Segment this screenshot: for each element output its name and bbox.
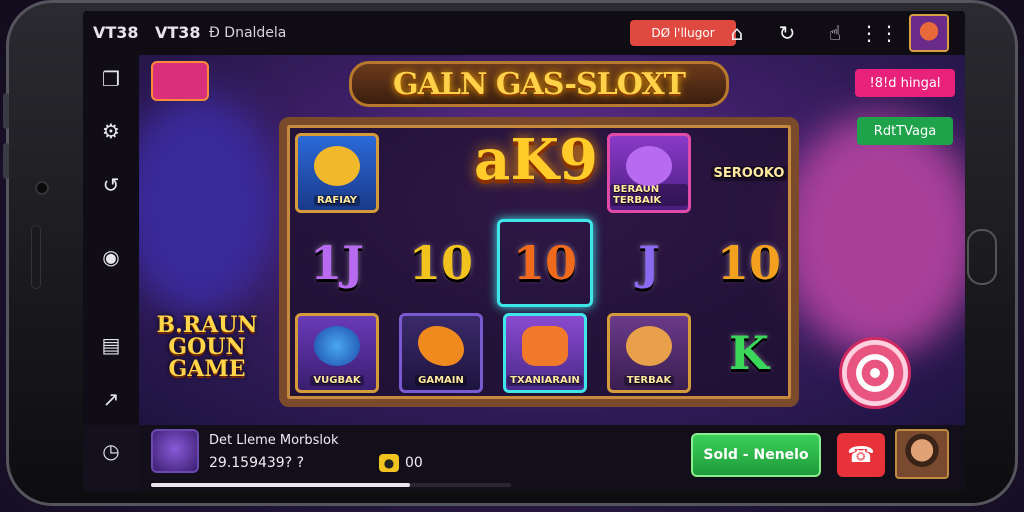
reel-symbol: RAFIAY: [291, 131, 383, 215]
top-bar: VT38 VT38 Ɖ Dnaldela DØ l'llugor ⌂ ↻ ☝ ⋮…: [83, 11, 965, 55]
bet-value: 00: [405, 455, 423, 471]
card-icon[interactable]: ▤: [97, 331, 125, 359]
symbol-text: 1J: [310, 236, 364, 290]
background-glow: [779, 115, 965, 355]
badge-line-3: GAME: [168, 356, 246, 382]
bottom-bar: Det Lleme Morbslok 29.159439? ? ● 00 Sol…: [139, 425, 965, 491]
home-button[interactable]: [967, 229, 997, 285]
progress-fill: [151, 483, 411, 487]
coin-icon: ●: [379, 454, 399, 472]
symbol-label: GAMAIN: [415, 375, 467, 386]
phone-hangup-icon[interactable]: ☎: [837, 433, 885, 477]
symbol-label: SEROOKO: [710, 165, 788, 181]
progress-bar: [151, 483, 511, 487]
expand-icon[interactable]: ↗: [97, 385, 125, 413]
volume-button: [3, 143, 9, 179]
symbol-text: 10: [408, 236, 473, 290]
brand-label: VT38: [93, 23, 139, 42]
menu-icon[interactable]: ⋮⋮: [859, 19, 899, 47]
game-logo-icon: [151, 61, 209, 101]
symbol-text: K: [729, 326, 769, 380]
share-icon[interactable]: ↻: [773, 19, 801, 47]
game-title: GALN GAS-SLOXT: [393, 66, 686, 102]
reel-symbol: J: [603, 221, 695, 305]
reel-symbol: TXANIARAIN: [499, 311, 591, 395]
player-title: Det Lleme Morbslok: [209, 433, 339, 448]
badge-line-1: B.RAUN: [156, 312, 258, 338]
cat-icon: [626, 325, 672, 366]
app-title: VT38: [155, 23, 201, 42]
settings-icon[interactable]: ⚙: [97, 117, 125, 145]
reel-symbol: TERBAK: [603, 311, 695, 395]
phone-frame: VT38 VT38 Ɖ Dnaldela DØ l'llugor ⌂ ↻ ☝ ⋮…: [3, 0, 1018, 506]
symbol-text: 10: [512, 236, 577, 290]
volume-button: [3, 93, 9, 129]
symbol-label: VUGBAK: [310, 375, 364, 386]
game-badge: B.RAUN GOUN GAME: [145, 307, 269, 387]
copy-icon[interactable]: ❐: [97, 65, 125, 93]
fruit-icon: [522, 325, 568, 366]
reel-symbol: 10: [499, 221, 591, 305]
reel-symbol: 1J: [291, 221, 383, 305]
gem-icon: [418, 325, 464, 366]
symbol-label: RAFIAY: [313, 195, 360, 206]
orb-icon: [314, 325, 360, 366]
bonus-button[interactable]: RdtTVaga: [857, 117, 953, 145]
app-screen: VT38 VT38 Ɖ Dnaldela DØ l'llugor ⌂ ↻ ☝ ⋮…: [83, 11, 965, 491]
hand-icon[interactable]: ☝: [821, 19, 849, 47]
symbol-tile: GAMAIN: [399, 313, 483, 393]
symbol-tile: TERBAK: [607, 313, 691, 393]
symbol-label: TERBAK: [623, 375, 675, 386]
speaker-grille: [31, 225, 41, 289]
left-sidebar: ❐ ⚙ ↺ ◉ ▤ ↗: [83, 55, 139, 425]
symbol-label: TXANIARAIN: [507, 375, 583, 386]
reel-symbol: VUGBAK: [291, 311, 383, 395]
reel-1: RAFIAY 1J VUGBAK: [287, 131, 387, 395]
cat-icon: [314, 145, 360, 186]
symbol-tile: VUGBAK: [295, 313, 379, 393]
symbol-tile: RAFIAY: [295, 133, 379, 213]
promo-button[interactable]: !8!d hingal: [855, 69, 955, 97]
user-avatar[interactable]: [909, 14, 949, 52]
reel-symbol: 10: [703, 221, 795, 305]
reel-symbol: K: [703, 311, 795, 395]
camera-icon: [35, 181, 49, 195]
refresh-icon[interactable]: ↺: [97, 171, 125, 199]
reel-5: SEROOKO 10 K: [699, 131, 799, 395]
player-avatar[interactable]: [151, 429, 199, 473]
login-button[interactable]: DØ l'llugor: [630, 20, 736, 46]
reel-symbol: GAMAIN: [395, 311, 487, 395]
app-subtitle: Ɖ Dnaldela: [209, 25, 287, 41]
audio-icon[interactable]: ◉: [97, 243, 125, 271]
reel-symbol: 10: [395, 221, 487, 305]
slot-game-area[interactable]: GALN GAS-SLOXT !8!d hingal RdtTVaga RAFI…: [139, 55, 965, 425]
clock-icon[interactable]: ◷: [97, 437, 125, 465]
symbol-text: 10: [716, 236, 781, 290]
balance-amount: 29.159439? ?: [209, 455, 305, 471]
reel-symbol: SEROOKO: [703, 131, 795, 215]
symbol-tile: TXANIARAIN: [503, 313, 587, 393]
badge-line-2: GOUN: [168, 334, 246, 360]
game-title-banner: GALN GAS-SLOXT: [349, 61, 729, 107]
home-icon[interactable]: ⌂: [723, 19, 751, 47]
dealer-avatar[interactable]: [895, 429, 949, 479]
candy-icon: [839, 337, 911, 409]
center-logo: aK9: [411, 125, 661, 195]
symbol-text: J: [638, 236, 660, 290]
sold-button[interactable]: Sold - Nenelo: [691, 433, 821, 477]
center-logo-text: aK9: [474, 127, 598, 193]
background-glow: [139, 95, 279, 315]
